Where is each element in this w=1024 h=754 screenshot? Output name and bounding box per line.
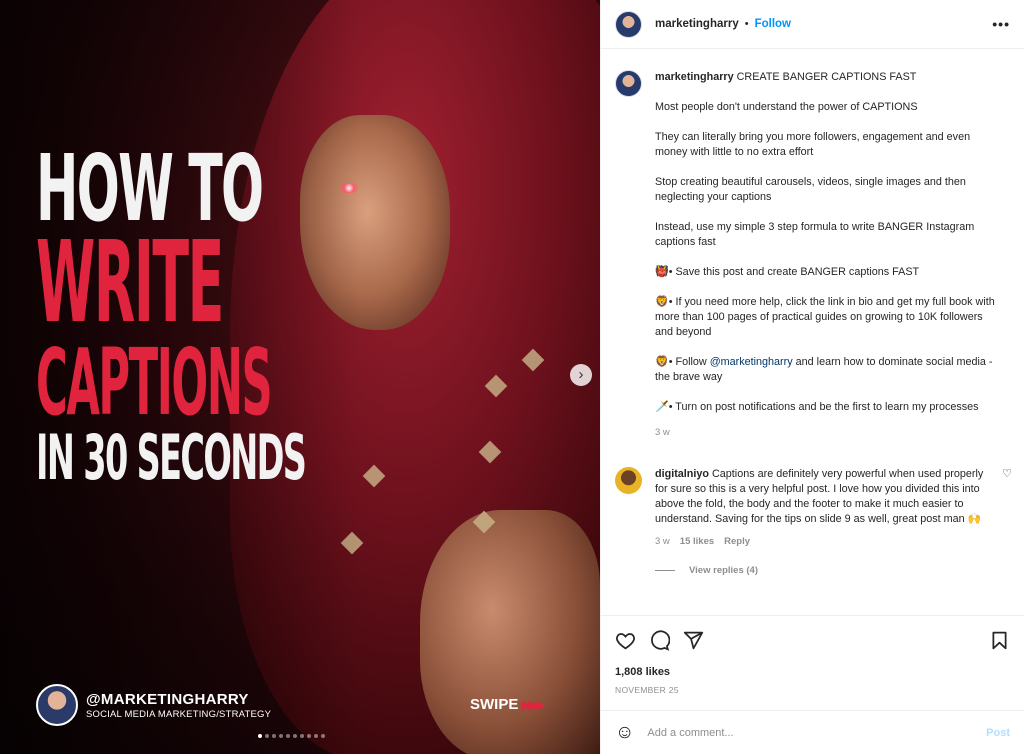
- carousel-dot: [265, 734, 269, 738]
- carousel-dot: [258, 734, 262, 738]
- headline-line-4: IN 30 SECONDS: [36, 421, 307, 495]
- raising-hands-emoji-icon: 🙌: [967, 513, 982, 525]
- carousel-dot: [321, 734, 325, 738]
- comment-icon[interactable]: [649, 629, 670, 651]
- swipe-label: SWIPE ▶▶▶: [470, 696, 545, 713]
- caption-paragraph: 🦁• If you need more help, click the link…: [655, 296, 995, 338]
- action-icons: [615, 628, 1010, 652]
- post-actions: 1,808 likes NOVEMBER 25: [601, 615, 1024, 715]
- commenter-avatar[interactable]: [615, 467, 642, 494]
- post-header: marketingharry • Follow •••: [601, 0, 1024, 49]
- add-comment-bar: ☺ Post: [601, 710, 1024, 754]
- brand-subtitle: SOCIAL MEDIA MARKETING/STRATEGY: [86, 708, 272, 720]
- swipe-arrows-icon: ▶▶▶: [521, 696, 545, 712]
- devil-emoji-icon: 👹: [655, 266, 669, 278]
- view-replies-label: View replies (4): [689, 565, 758, 576]
- comment-content: digitalniyo Captions are definitely very…: [655, 467, 995, 549]
- replies-divider: [655, 570, 675, 571]
- carousel-dot: [314, 734, 318, 738]
- caption-age[interactable]: 3 w: [655, 425, 1003, 440]
- heart-icon[interactable]: [615, 630, 636, 651]
- brand-badge: @MARKETINGHARRY SOCIAL MEDIA MARKETING/S…: [36, 684, 271, 726]
- carousel-dot: [293, 734, 297, 738]
- post-modal: HOW TO WRITE CAPTIONS IN 30 SECONDS @MAR…: [0, 0, 1024, 754]
- caption-paragraph: 👹• Save this post and create BANGER capt…: [655, 266, 920, 278]
- comment-reply-button[interactable]: Reply: [724, 534, 750, 549]
- post-image[interactable]: HOW TO WRITE CAPTIONS IN 30 SECONDS @MAR…: [0, 0, 600, 754]
- carousel-dot: [300, 734, 304, 738]
- comment-likes[interactable]: 15 likes: [680, 534, 714, 549]
- headline-line-2: WRITE: [36, 217, 224, 348]
- chevron-right-icon: ›: [578, 366, 584, 383]
- bookmark-icon[interactable]: [989, 630, 1010, 651]
- caption-paragraph: Instead, use my simple 3 step formula to…: [655, 221, 975, 248]
- swipe-text: SWIPE: [470, 696, 519, 713]
- caption-avatar[interactable]: [615, 70, 642, 97]
- brand-handle: @MARKETINGHARRY: [86, 690, 249, 708]
- author-username[interactable]: marketingharry: [655, 18, 739, 30]
- brand-avatar: [36, 684, 78, 726]
- next-slide-button[interactable]: ›: [570, 364, 592, 386]
- commenter-username[interactable]: digitalniyo: [655, 468, 709, 480]
- more-options-icon[interactable]: •••: [992, 16, 1010, 32]
- comments-list[interactable]: marketingharry CREATE BANGER CAPTIONS FA…: [601, 50, 1024, 615]
- likes-count[interactable]: 1,808 likes: [615, 666, 1010, 678]
- header-separator: •: [744, 18, 749, 30]
- carousel-dot: [307, 734, 311, 738]
- caption-block: marketingharry CREATE BANGER CAPTIONS FA…: [615, 70, 1010, 440]
- post-date[interactable]: NOVEMBER 25: [615, 685, 1010, 695]
- headline: HOW TO WRITE CAPTIONS IN 30 SECONDS: [36, 143, 307, 495]
- caption-paragraph: Most people don't understand the power o…: [655, 101, 918, 113]
- lion-emoji-icon: 🦁: [655, 296, 669, 308]
- comment-meta: 3 w 15 likes Reply: [655, 534, 995, 549]
- caption-paragraph: They can literally bring you more follow…: [655, 131, 971, 158]
- caption-paragraph: 🗡️• Turn on post notifications and be th…: [655, 401, 979, 413]
- follow-button[interactable]: Follow: [755, 18, 791, 30]
- caption-paragraph: 🦁• Follow @marketingharry and learn how …: [655, 356, 993, 383]
- carousel-dot: [272, 734, 276, 738]
- emoji-picker-icon[interactable]: ☺: [615, 722, 634, 744]
- share-icon[interactable]: [683, 630, 704, 651]
- caption-text: marketingharry CREATE BANGER CAPTIONS FA…: [655, 70, 1003, 440]
- dagger-emoji-icon: 🗡️: [655, 401, 669, 413]
- comment-item: digitalniyo Captions are definitely very…: [615, 467, 1012, 549]
- lion-emoji-icon: 🦁: [655, 356, 669, 368]
- headline-line-3: CAPTIONS: [36, 328, 273, 436]
- carousel-dots: [258, 734, 325, 738]
- post-side-panel: marketingharry • Follow ••• marketinghar…: [600, 0, 1024, 754]
- comment-input[interactable]: [647, 726, 987, 739]
- author-avatar[interactable]: [615, 10, 642, 38]
- view-replies-button[interactable]: View replies (4): [655, 565, 1010, 576]
- carousel-dot: [286, 734, 290, 738]
- mention-link[interactable]: @marketingharry: [710, 356, 793, 368]
- caption-username[interactable]: marketingharry: [655, 71, 734, 83]
- post-comment-button[interactable]: Post: [986, 727, 1010, 739]
- comment-age[interactable]: 3 w: [655, 534, 670, 549]
- caption-title: CREATE BANGER CAPTIONS FAST: [736, 71, 917, 83]
- carousel-dot: [279, 734, 283, 738]
- caption-paragraph: Stop creating beautiful carousels, video…: [655, 176, 966, 203]
- comment-like-heart-icon[interactable]: ♡: [1002, 467, 1012, 480]
